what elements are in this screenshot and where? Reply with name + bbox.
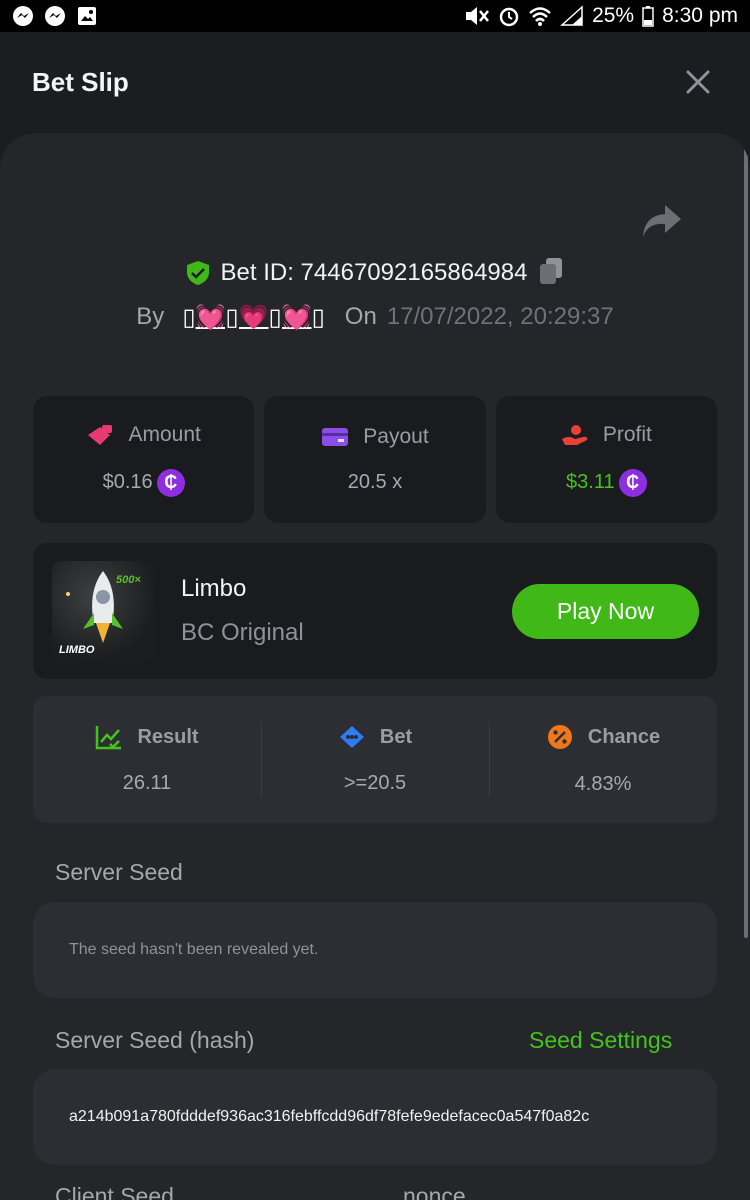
by-label: By [136,303,165,330]
rocket-icon: 500× LIMBO [59,571,141,656]
amount-icon [88,424,113,445]
coin-icon: ₵ [156,468,185,497]
nonce-label: nonce [403,1183,466,1200]
bet-col: Bet >=20.5 [261,696,489,823]
copy-button[interactable] [537,256,565,291]
close-icon [686,70,710,94]
server-seed-note: The seed hasn't been revealed yet. [69,941,319,958]
share-icon [643,205,681,237]
bet-slip-panel: Bet ID: 74467092165864984 By ▯💓▯💗▯💓▯ On … [0,133,750,1200]
coin-icon: ₵ [618,468,647,497]
payout-card: Payout 20.5 x [264,396,486,523]
server-seed-box: The seed hasn't been revealed yet. [33,902,717,998]
status-bar: 25% 8:30 pm [0,0,750,32]
battery-percent: 25% [592,4,635,27]
chance-label: Chance [587,725,661,748]
stat-cards: Amount $0.16 ₵ Payout 20.5 x Profit $3.1… [33,396,717,523]
limbo-thumbnail[interactable]: 500× LIMBO [52,561,154,662]
bet-meta-row: By ▯💓▯💗▯💓▯ On 17/07/2022, 20:29:37 [0,299,750,335]
alarm-icon [498,5,520,27]
wifi-icon [528,5,552,27]
header: Bet Slip [0,32,750,132]
result-label: Result [137,725,199,748]
server-seed-label: Server Seed [55,859,183,885]
svg-text:500×: 500× [116,574,141,586]
profit-value: $3.11 [566,471,615,493]
chance-value: 4.83% [574,773,632,795]
server-seed-hash-label: Server Seed (hash) [55,1027,255,1053]
user-link[interactable]: ▯💓▯💗▯💓▯ [182,303,324,332]
result-col: Result 26.11 [33,696,261,823]
bet-id: Bet ID: 74467092165864984 [220,259,528,286]
messenger-icon-2 [44,5,66,27]
messenger-icon [12,5,34,27]
battery-icon [642,5,654,27]
payout-label: Payout [363,425,429,448]
client-seed-label: Client Seed [55,1183,174,1200]
game-name: Limbo [181,575,247,602]
profit-hand-icon [561,424,587,445]
share-button[interactable] [641,203,683,241]
page-title: Bet Slip [32,66,129,97]
verified-shield-icon [186,261,209,285]
bet-value: >=20.5 [343,772,407,794]
copy-icon [540,257,563,284]
bet-datetime: 17/07/2022, 20:29:37 [386,303,614,330]
amount-label: Amount [128,422,201,446]
card-icon [322,428,349,446]
amount-value: $0.16 [102,471,153,493]
mute-vibrate-icon [462,5,490,27]
result-value: 26.11 [122,772,172,794]
ticket-icon [339,726,364,748]
on-label: On [344,303,377,330]
server-seed-hash-box[interactable]: a214b091a780fdddef936ac316febffcdd96df78… [33,1069,717,1165]
signal-icon [560,5,584,27]
server-seed-hash: a214b091a780fdddef936ac316febffcdd96df78… [69,1108,590,1125]
play-now-button[interactable]: Play Now [512,584,699,639]
seed-settings-link[interactable]: Seed Settings [529,1027,672,1054]
bet-label: Bet [379,725,413,748]
amount-card: Amount $0.16 ₵ [33,396,255,523]
svg-text:LIMBO: LIMBO [59,644,95,656]
profit-label: Profit [602,422,652,446]
chart-check-icon [96,726,122,750]
game-category: BC Original [181,619,304,646]
percent-icon [547,725,572,749]
clock: 8:30 pm [662,4,738,27]
game-card: 500× LIMBO Limbo BC Original Play Now [33,543,717,679]
profit-card: Profit $3.11 ₵ [495,396,717,523]
payout-value: 20.5 x [347,471,403,493]
chance-col: Chance 4.83% [489,696,717,823]
bet-id-row: Bet ID: 74467092165864984 [0,253,750,293]
close-button[interactable] [678,62,718,102]
result-panel: Result 26.11 Bet >=20.5 Chance 4.83% [33,696,717,823]
image-icon [76,5,98,27]
